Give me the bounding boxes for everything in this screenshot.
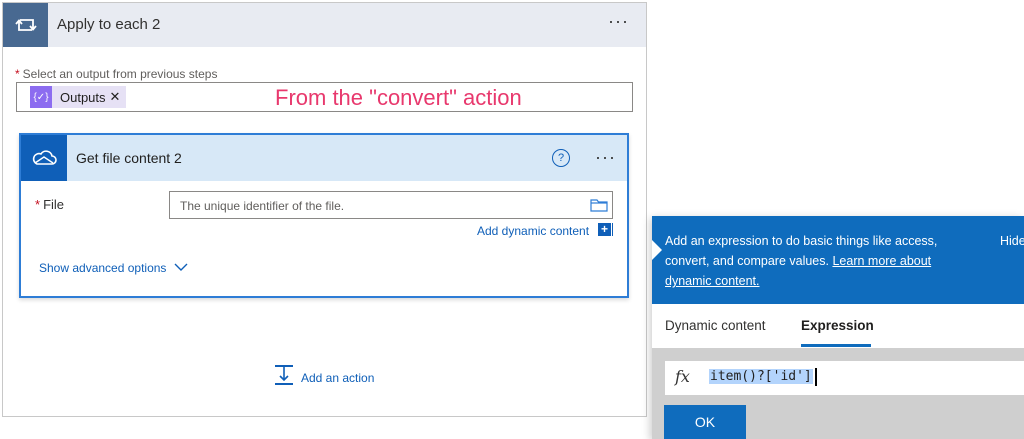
loop-icon xyxy=(3,3,48,47)
folder-icon[interactable] xyxy=(590,198,608,215)
add-action-button-icon[interactable] xyxy=(273,364,295,386)
get-file-content-title: Get file content 2 xyxy=(76,150,182,166)
chevron-down-icon[interactable] xyxy=(174,259,188,277)
apply-to-each-more-menu[interactable]: ··· xyxy=(608,11,629,32)
hide-panel-link[interactable]: Hide xyxy=(1000,234,1024,248)
annotation-text: From the "convert" action xyxy=(275,85,522,110)
remove-token-icon[interactable]: ✕ xyxy=(110,89,127,105)
help-icon[interactable]: ? xyxy=(552,149,570,167)
show-advanced-options-link[interactable]: Show advanced options xyxy=(39,261,166,275)
add-dynamic-content-plus-icon[interactable]: + xyxy=(598,223,611,236)
tab-expression[interactable]: Expression xyxy=(801,318,874,333)
file-field-label: * File xyxy=(35,197,64,212)
apply-to-each-header[interactable]: Apply to each 2 ··· xyxy=(3,3,646,47)
select-output-input[interactable]: {✓} Outputs ✕ From the "convert" action xyxy=(16,82,633,112)
ok-button[interactable]: OK xyxy=(664,405,746,439)
file-input[interactable]: The unique identifier of the file. xyxy=(169,191,613,219)
add-action-button[interactable]: Add an action xyxy=(301,371,374,385)
expression-editor-area: fx item()?['id'] OK xyxy=(652,348,1024,439)
panel-pointer-caret xyxy=(652,240,662,260)
tab-dynamic-content[interactable]: Dynamic content xyxy=(665,318,766,333)
dynamic-content-panel: Add an expression to do basic things lik… xyxy=(652,216,1024,439)
get-file-content-header[interactable]: Get file content 2 ? ··· xyxy=(21,135,627,181)
panel-description: Add an expression to do basic things lik… xyxy=(665,231,975,291)
onedrive-cloud-icon xyxy=(21,135,67,181)
fx-icon: fx xyxy=(675,367,690,386)
file-field-label-text: File xyxy=(43,197,65,212)
select-output-label-text: Select an output from previous steps xyxy=(22,67,218,81)
add-dynamic-content-link[interactable]: Add dynamic content xyxy=(477,224,589,238)
get-file-content-more-menu[interactable]: ··· xyxy=(595,147,616,168)
required-marker: * xyxy=(35,197,41,212)
file-input-placeholder: The unique identifier of the file. xyxy=(180,199,345,213)
divider xyxy=(612,223,613,236)
apply-to-each-title: Apply to each 2 xyxy=(57,16,161,33)
outputs-token[interactable]: {✓} Outputs ✕ xyxy=(30,86,127,108)
select-output-label: * Select an output from previous steps xyxy=(15,67,217,81)
apply-to-each-container: Apply to each 2 ··· * Select an output fr… xyxy=(2,2,647,417)
active-tab-indicator xyxy=(801,344,871,347)
expression-input-box[interactable]: fx item()?['id'] xyxy=(665,361,1024,395)
required-marker: * xyxy=(15,67,20,81)
get-file-content-card: Get file content 2 ? ··· * File The uniqu… xyxy=(19,133,629,298)
expression-input[interactable]: item()?['id'] xyxy=(709,369,813,384)
expression-token-icon: {✓} xyxy=(30,86,52,108)
text-cursor xyxy=(815,368,817,386)
outputs-token-label: Outputs xyxy=(60,89,106,105)
panel-description-area: Add an expression to do basic things lik… xyxy=(652,216,1024,304)
